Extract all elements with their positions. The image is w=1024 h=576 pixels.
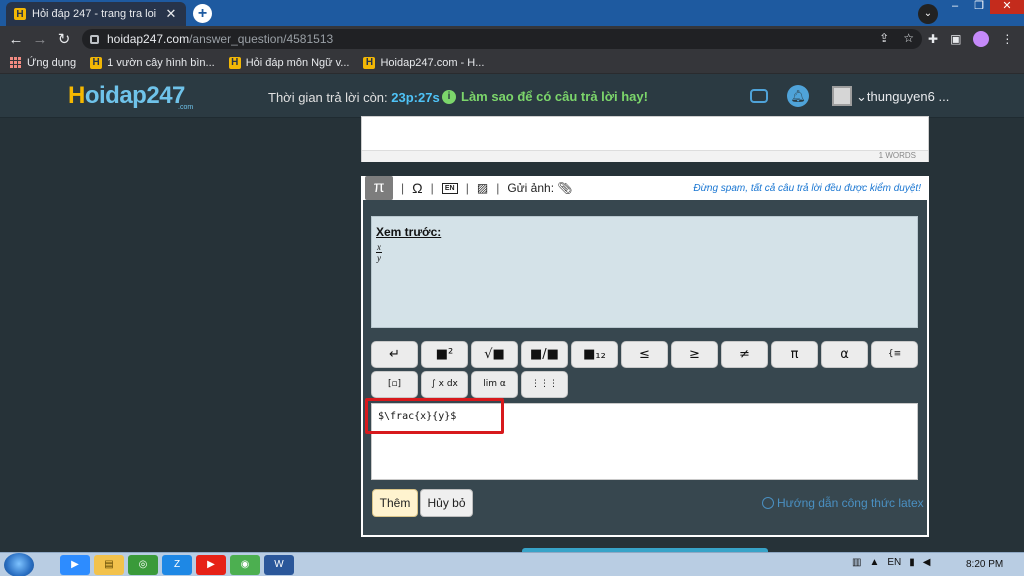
symbol-row-2: [▫] ∫ x dx lim α ⋮⋮⋮: [371, 371, 568, 398]
file-explorer-icon[interactable]: ▤: [94, 555, 124, 575]
hoidap-favicon-icon: H: [363, 56, 376, 69]
username-menu[interactable]: ⌄thunguyen6 ...: [856, 89, 949, 105]
superscript-button[interactable]: ■²: [421, 341, 468, 368]
side-panel-icon[interactable]: ▣: [950, 32, 961, 46]
pi-button[interactable]: π: [771, 341, 818, 368]
hoidap-favicon-icon: H: [228, 56, 241, 69]
bracket-button[interactable]: [▫]: [371, 371, 418, 398]
camtasia-icon[interactable]: ◎: [128, 555, 158, 575]
system-equations-button[interactable]: {≡: [871, 341, 918, 368]
editor-toolbar: π | Ω | EN | ▨ | Gửi ảnh: 📎︎ Đừng spam, …: [361, 176, 929, 200]
youtube-icon[interactable]: ▶: [196, 555, 226, 575]
not-equal-button[interactable]: ≠: [721, 341, 768, 368]
integral-button[interactable]: ∫ x dx: [421, 371, 468, 398]
tab-close-icon[interactable]: ✕: [164, 6, 178, 22]
preview-fraction: x y: [376, 242, 382, 263]
chat-icon[interactable]: [750, 89, 768, 103]
info-icon: i: [442, 89, 456, 104]
share-icon[interactable]: ⇪: [879, 31, 889, 45]
english-keyboard-icon[interactable]: EN: [441, 182, 458, 194]
language-indicator[interactable]: EN: [887, 557, 901, 568]
profile-avatar-icon[interactable]: [973, 31, 990, 47]
close-window-button[interactable]: ✕: [990, 0, 1024, 14]
site-logo[interactable]: Hoidap247: [68, 82, 185, 110]
url-text: hoidap247.com/answer_question/4581513: [107, 32, 334, 46]
chrome-icon[interactable]: ◉: [230, 555, 260, 575]
taskbar-clock[interactable]: 8:20 PM: [966, 559, 1003, 570]
subscript-button[interactable]: ■₁₂: [571, 341, 618, 368]
bookmark-item[interactable]: H Hoidap247.com - H...: [363, 56, 485, 69]
windows-taskbar: ▶ ▤ ◎ Z ▶ ◉ W ▥ ▲ EN ▮ ◀ 8:20 PM: [0, 552, 1024, 576]
logo-subtext: .com: [178, 104, 194, 111]
notification-bell-icon[interactable]: 🔔︎: [787, 85, 809, 107]
bookmark-item[interactable]: H Hỏi đáp môn Ngữ v...: [228, 56, 350, 69]
answer-tip-link[interactable]: i Làm sao để có câu trả lời hay!: [442, 89, 648, 104]
site-header: Hoidap247 .com Thời gian trả lời còn: 23…: [0, 74, 1024, 118]
send-photo-button[interactable]: Gửi ảnh: 📎︎: [507, 181, 572, 195]
zoom-app-icon[interactable]: ▶: [60, 555, 90, 575]
bookmark-label: Hoidap247.com - H...: [380, 56, 485, 69]
bookmark-label: 1 vườn cây hình bìn...: [107, 56, 215, 69]
fraction-button[interactable]: ■/■: [521, 341, 568, 368]
latex-guide-link[interactable]: Hướng dẫn công thức latex: [762, 496, 924, 510]
system-tray: ▥ ▲ EN ▮ ◀: [852, 557, 930, 568]
browser-toolbar: ← → ↻ hoidap247.com/answer_question/4581…: [0, 26, 1024, 52]
new-tab-button[interactable]: +: [193, 4, 212, 23]
omega-symbol-button[interactable]: Ω: [412, 180, 422, 196]
kebab-menu-icon[interactable]: ⋮: [1001, 32, 1013, 46]
newline-button[interactable]: ↵: [371, 341, 418, 368]
tab-title: Hỏi đáp 247 - trang tra loi: [32, 8, 157, 20]
limit-button[interactable]: lim α: [471, 371, 518, 398]
tray-notes-icon[interactable]: ▥: [852, 557, 861, 568]
restore-button[interactable]: ❐: [966, 0, 992, 14]
greater-equal-button[interactable]: ≥: [671, 341, 718, 368]
extensions-puzzle-icon[interactable]: ✚: [928, 32, 938, 46]
browser-tab[interactable]: H Hỏi đáp 247 - trang tra loi ✕: [6, 2, 186, 26]
browser-tab-strip: H Hỏi đáp 247 - trang tra loi ✕ + ⌄ – ❐ …: [0, 0, 1024, 26]
highlight-annotation: [365, 398, 504, 434]
zalo-app-icon[interactable]: Z: [162, 555, 192, 575]
less-equal-button[interactable]: ≤: [621, 341, 668, 368]
apps-icon: [10, 56, 22, 69]
sqrt-button[interactable]: √■: [471, 341, 518, 368]
volume-icon[interactable]: ◀: [923, 557, 931, 568]
reload-icon[interactable]: ↻: [52, 30, 76, 48]
math-pi-button[interactable]: π: [365, 176, 393, 200]
formula-preview: Xem trước: x y: [371, 216, 918, 328]
word-icon[interactable]: W: [264, 555, 294, 575]
preview-title: Xem trước:: [376, 225, 442, 239]
forward-arrow-icon[interactable]: →: [28, 31, 52, 48]
network-icon[interactable]: ▮: [909, 557, 915, 568]
bookmark-star-icon[interactable]: ☆: [903, 31, 914, 45]
bookmark-label: Ứng dụng: [27, 56, 77, 69]
tab-search-chevron-icon[interactable]: ⌄: [918, 4, 938, 24]
paperclip-icon: 📎︎: [557, 181, 573, 195]
user-avatar[interactable]: [832, 86, 852, 106]
tray-up-arrow-icon[interactable]: ▲: [869, 557, 879, 568]
lock-icon: [90, 34, 99, 44]
cancel-button[interactable]: Hủy bỏ: [420, 489, 473, 517]
matrix-button[interactable]: ⋮⋮⋮: [521, 371, 568, 398]
bookmarks-bar: Ứng dụng H 1 vườn cây hình bìn... H Hỏi …: [0, 52, 1024, 74]
start-button[interactable]: [4, 553, 34, 576]
hoidap-favicon-icon: H: [14, 8, 26, 20]
address-bar[interactable]: hoidap247.com/answer_question/4581513 ⇪ …: [82, 29, 922, 49]
word-count: 1 WORDS: [362, 150, 928, 162]
bookmark-item[interactable]: H 1 vườn cây hình bìn...: [90, 56, 215, 69]
draw-icon[interactable]: ▨: [477, 181, 488, 195]
minimize-button[interactable]: –: [942, 0, 968, 14]
lightbulb-icon: [762, 497, 774, 509]
back-arrow-icon[interactable]: ←: [4, 31, 28, 48]
spam-warning: Đừng spam, tất cả câu trả lời đều được k…: [693, 182, 921, 194]
add-button[interactable]: Thêm: [372, 489, 418, 517]
answer-timer: Thời gian trả lời còn: 23p:27s: [268, 90, 440, 105]
bookmark-apps[interactable]: Ứng dụng: [10, 56, 77, 69]
alpha-button[interactable]: α: [821, 341, 868, 368]
hoidap-favicon-icon: H: [90, 56, 103, 69]
bookmark-label: Hỏi đáp môn Ngữ v...: [245, 56, 350, 69]
symbol-row-1: ↵ ■² √■ ■/■ ■₁₂ ≤ ≥ ≠ π α {≡: [371, 341, 918, 368]
